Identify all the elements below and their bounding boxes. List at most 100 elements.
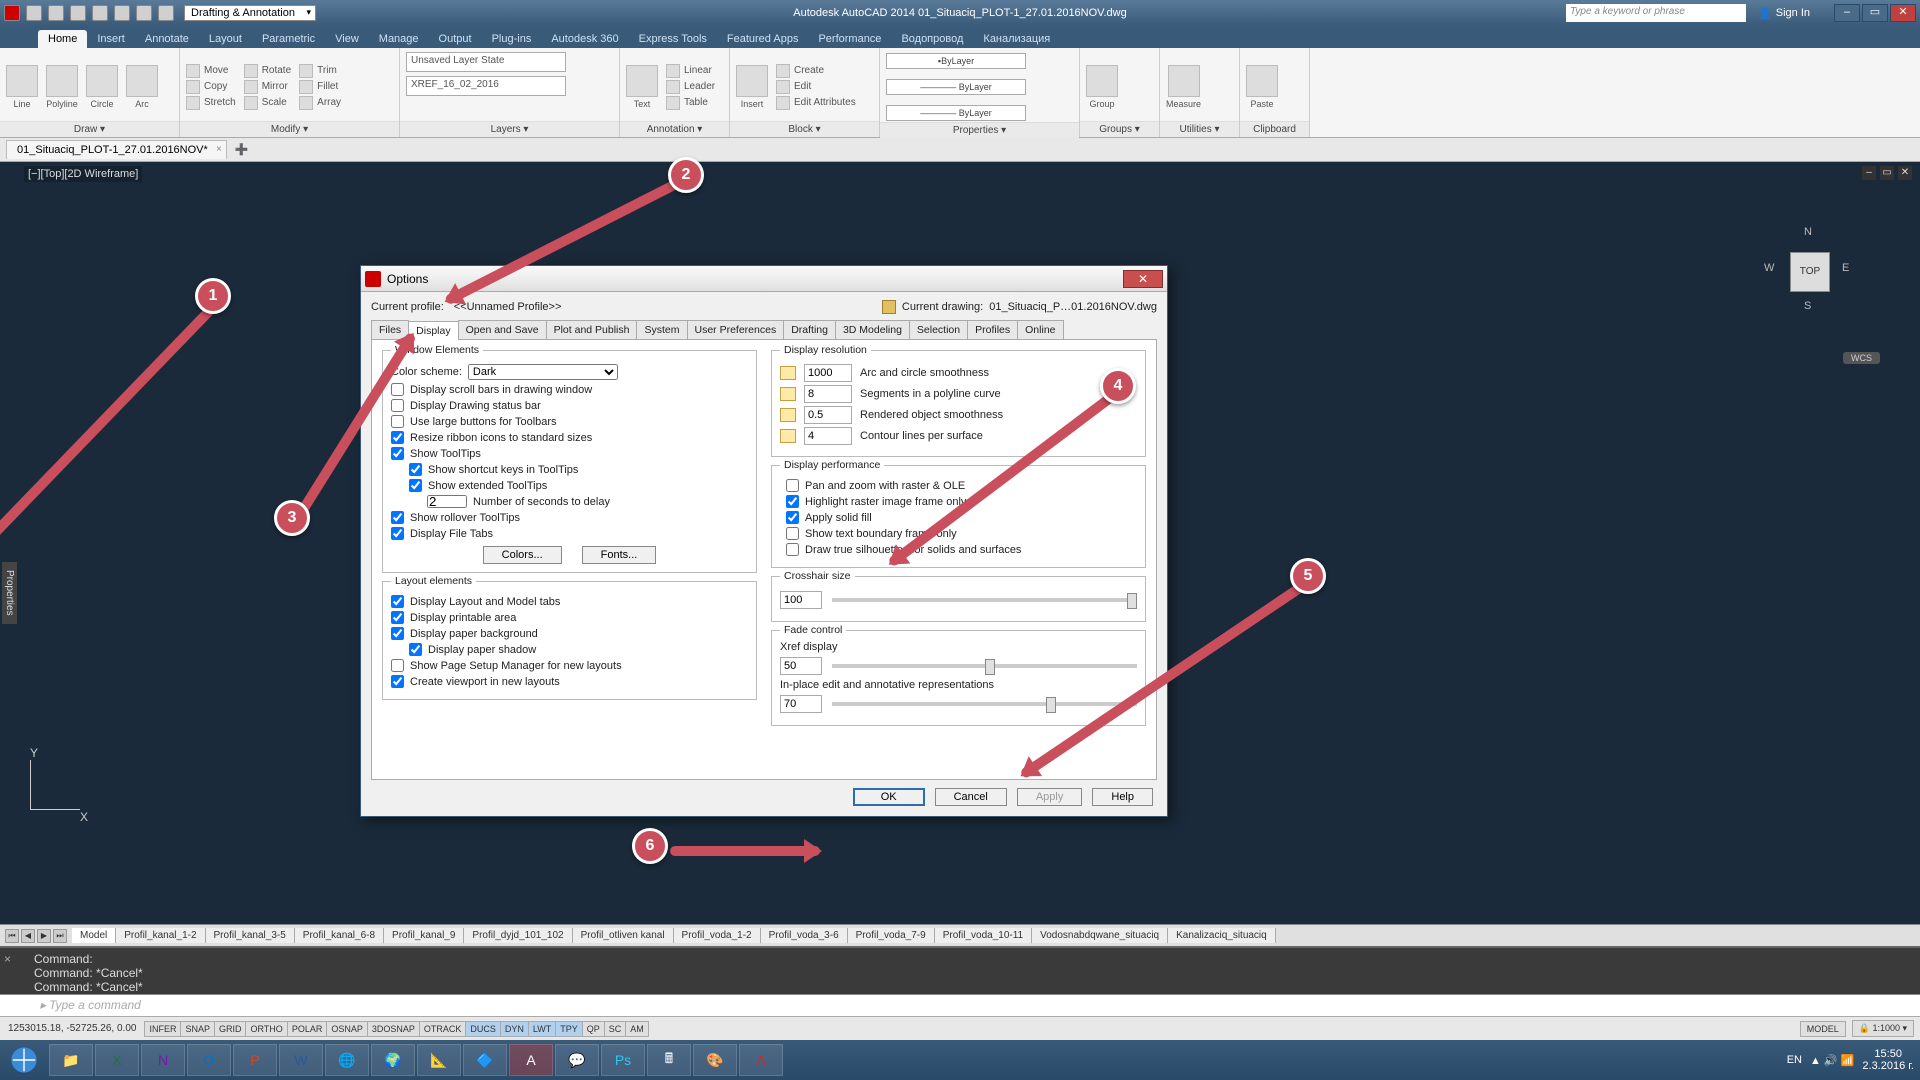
panel-label-block[interactable]: Block ▾ — [730, 121, 879, 137]
toggle-grid[interactable]: GRID — [214, 1021, 247, 1037]
tab-system[interactable]: System — [636, 320, 687, 339]
toggle-ducs[interactable]: DUCS — [465, 1021, 501, 1037]
inplace-fade-slider[interactable] — [832, 702, 1137, 706]
contour-input[interactable] — [804, 427, 852, 445]
tab-open-save[interactable]: Open and Save — [458, 320, 547, 339]
group-button[interactable]: Group — [1086, 65, 1118, 109]
close-tab-icon[interactable]: × — [216, 144, 222, 155]
powerpoint-icon[interactable]: P — [233, 1044, 277, 1076]
calc-icon[interactable]: 🖩 — [647, 1044, 691, 1076]
ribtab-express[interactable]: Express Tools — [629, 30, 717, 48]
layout-tab-model[interactable]: Model — [72, 928, 116, 943]
toggle-infer[interactable]: INFER — [144, 1021, 181, 1037]
edit-block-button[interactable]: Edit — [776, 80, 856, 94]
app-icon[interactable]: 🔷 — [463, 1044, 507, 1076]
lineweight-dropdown[interactable]: ———— ByLayer — [886, 79, 1026, 95]
toggle-3dosnap[interactable]: 3DOSNAP — [367, 1021, 420, 1037]
start-button[interactable] — [0, 1040, 48, 1080]
toggle-osnap[interactable]: OSNAP — [326, 1021, 368, 1037]
pagesetup-checkbox[interactable]: Show Page Setup Manager for new layouts — [391, 659, 748, 672]
tab-3dmodeling[interactable]: 3D Modeling — [835, 320, 910, 339]
paint-icon[interactable]: 🎨 — [693, 1044, 737, 1076]
statusbar-checkbox[interactable]: Display Drawing status bar — [391, 399, 748, 412]
model-space-button[interactable]: MODEL — [1800, 1021, 1846, 1037]
copy-button[interactable]: Copy — [186, 80, 236, 94]
stretch-button[interactable]: Stretch — [186, 96, 236, 110]
silhouette-checkbox[interactable]: Draw true silhouettes for solids and sur… — [780, 543, 1137, 556]
scrollbars-checkbox[interactable]: Display scroll bars in drawing window — [391, 383, 748, 396]
wcs-label[interactable]: WCS — [1843, 352, 1880, 364]
acrobat-icon[interactable]: A — [739, 1044, 783, 1076]
tab-profiles[interactable]: Profiles — [967, 320, 1018, 339]
toggle-ortho[interactable]: ORTHO — [245, 1021, 287, 1037]
viewcube-s[interactable]: S — [1804, 300, 1811, 312]
printable-checkbox[interactable]: Display printable area — [391, 611, 748, 624]
minimize-button[interactable]: – — [1834, 4, 1860, 22]
array-button[interactable]: Array — [299, 96, 341, 110]
linetype-dropdown[interactable]: ———— ByLayer — [886, 105, 1026, 121]
layout-tab[interactable]: Profil_kanal_3-5 — [206, 928, 295, 943]
cancel-button[interactable]: Cancel — [935, 788, 1007, 806]
vp-maximize-icon[interactable]: ▭ — [1880, 166, 1894, 180]
new-icon[interactable] — [26, 5, 42, 21]
command-input[interactable]: ▸ Type a command — [0, 994, 1920, 1016]
onenote-icon[interactable]: N — [141, 1044, 185, 1076]
new-tab-icon[interactable]: ➕ — [235, 143, 249, 156]
ok-button[interactable]: OK — [853, 788, 925, 806]
layout-tab[interactable]: Profil_voda_7-9 — [848, 928, 935, 943]
workspace-dropdown[interactable]: Drafting & Annotation — [184, 5, 316, 21]
paperbg-checkbox[interactable]: Display paper background — [391, 627, 748, 640]
tray-icons[interactable]: ▲ 🔊 📶 — [1810, 1054, 1854, 1067]
word-icon[interactable]: W — [279, 1044, 323, 1076]
cmd-close-icon[interactable]: × — [4, 952, 11, 966]
layout-tab[interactable]: Profil_kanal_9 — [384, 928, 464, 943]
outlook-icon[interactable]: O — [187, 1044, 231, 1076]
layouttabs-checkbox[interactable]: Display Layout and Model tabs — [391, 595, 748, 608]
edit-attributes-button[interactable]: Edit Attributes — [776, 96, 856, 110]
panel-label-utilities[interactable]: Utilities ▾ — [1160, 121, 1239, 137]
fonts-button[interactable]: Fonts... — [582, 546, 657, 564]
rotate-button[interactable]: Rotate — [244, 64, 291, 78]
plot-icon[interactable] — [114, 5, 130, 21]
arc-smoothness-input[interactable] — [804, 364, 852, 382]
layout-tab[interactable]: Profil_voda_1-2 — [674, 928, 761, 943]
toggle-otrack[interactable]: OTRACK — [419, 1021, 467, 1037]
layer-state-dropdown[interactable]: Unsaved Layer State — [406, 52, 566, 72]
rollover-checkbox[interactable]: Show rollover ToolTips — [391, 511, 748, 524]
coordinates[interactable]: 1253015.18, -52725.26, 0.00 — [0, 1023, 145, 1034]
line-button[interactable]: Line — [6, 65, 38, 109]
layout-tab[interactable]: Kanalizaciq_situaciq — [1168, 928, 1276, 943]
layout-nav[interactable]: ⏮◀▶⏭ — [4, 929, 68, 943]
app-menu-icon[interactable] — [4, 5, 20, 21]
toggle-sc[interactable]: SC — [604, 1021, 627, 1037]
arc-button[interactable]: Arc — [126, 65, 158, 109]
help-button[interactable]: Help — [1092, 788, 1153, 806]
polyline-button[interactable]: Polyline — [46, 65, 78, 109]
layout-tab[interactable]: Profil_otliven kanal — [573, 928, 674, 943]
saveas-icon[interactable] — [92, 5, 108, 21]
dialog-close-button[interactable]: ✕ — [1123, 270, 1163, 288]
extended-checkbox[interactable]: Show extended ToolTips — [409, 479, 748, 492]
close-button[interactable]: ✕ — [1890, 4, 1916, 22]
mirror-button[interactable]: Mirror — [244, 80, 291, 94]
segments-input[interactable] — [804, 385, 852, 403]
viewport-checkbox[interactable]: Create viewport in new layouts — [391, 675, 748, 688]
filetabs-checkbox[interactable]: Display File Tabs — [391, 527, 748, 540]
shadow-checkbox[interactable]: Display paper shadow — [409, 643, 748, 656]
fillet-button[interactable]: Fillet — [299, 80, 341, 94]
tab-selection[interactable]: Selection — [909, 320, 968, 339]
rendered-input[interactable] — [804, 406, 852, 424]
move-button[interactable]: Move — [186, 64, 236, 78]
ribtab-layout[interactable]: Layout — [199, 30, 252, 48]
vp-minimize-icon[interactable]: – — [1862, 166, 1876, 180]
toggle-dyn[interactable]: DYN — [500, 1021, 529, 1037]
tooltips-checkbox[interactable]: Show ToolTips — [391, 447, 748, 460]
photoshop-icon[interactable]: Ps — [601, 1044, 645, 1076]
explorer-icon[interactable]: 📁 — [49, 1044, 93, 1076]
table-button[interactable]: Table — [666, 96, 715, 110]
properties-palette-tab[interactable]: Properties — [2, 562, 17, 624]
toggle-lwt[interactable]: LWT — [528, 1021, 556, 1037]
layout-tab[interactable]: Vodosnabdqwane_situaciq — [1032, 928, 1168, 943]
ribtab-output[interactable]: Output — [429, 30, 482, 48]
toggle-tpy[interactable]: TPY — [555, 1021, 583, 1037]
